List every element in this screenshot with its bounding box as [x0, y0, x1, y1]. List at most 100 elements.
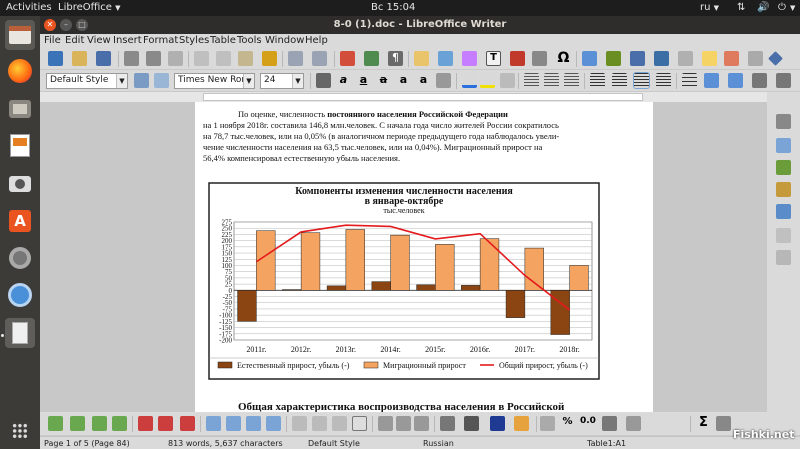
document-page[interactable]: По оценке, численность постоянного насел… [195, 102, 653, 412]
sidebar-menu-icon[interactable] [776, 114, 791, 129]
language[interactable]: Russian [423, 439, 454, 448]
decrease-spacing-icon[interactable] [728, 73, 743, 88]
outline-icon[interactable] [564, 73, 579, 88]
word-count[interactable]: 813 words, 5,637 characters [168, 439, 283, 448]
open-folder-icon[interactable] [72, 51, 87, 66]
chevron-down-icon[interactable]: ▼ [292, 74, 303, 88]
menu-view[interactable]: View [87, 35, 111, 46]
select-row-icon[interactable] [266, 416, 281, 431]
styles-icon[interactable] [776, 160, 791, 175]
new-document-icon[interactable] [48, 51, 63, 66]
increase-indent-icon[interactable] [752, 73, 767, 88]
menu-window[interactable]: Window [265, 35, 304, 46]
delete-rows-icon[interactable] [138, 416, 153, 431]
copy-icon[interactable] [216, 51, 231, 66]
spellcheck-icon[interactable] [364, 51, 379, 66]
line-spacing-icon[interactable] [682, 73, 697, 88]
number-format-percent-icon[interactable]: % [560, 416, 575, 431]
borders-icon[interactable] [440, 416, 455, 431]
delete-table-icon[interactable] [180, 416, 195, 431]
clear-formatting-icon[interactable] [436, 73, 451, 88]
unordered-list-icon[interactable] [524, 73, 539, 88]
document-canvas[interactable]: По оценке, численность постоянного насел… [40, 102, 767, 412]
endnote-icon[interactable] [630, 51, 645, 66]
paragraph-style-combo[interactable]: Default Style ▼ [46, 73, 128, 89]
menu-styles[interactable]: Styles [179, 35, 209, 46]
insert-field-icon[interactable] [532, 51, 547, 66]
find-replace-icon[interactable] [340, 51, 355, 66]
increase-spacing-icon[interactable] [704, 73, 719, 88]
comment-icon[interactable] [702, 51, 717, 66]
insert-column-before-icon[interactable] [92, 416, 107, 431]
activities-button[interactable]: Activities [6, 2, 52, 13]
align-center-icon[interactable] [612, 73, 627, 88]
insert-rows-below-icon[interactable] [70, 416, 85, 431]
highlight-icon[interactable] [480, 73, 495, 88]
print-preview-icon[interactable] [168, 51, 183, 66]
navigator-icon[interactable] [776, 204, 791, 219]
presentation-icon[interactable] [5, 130, 35, 160]
select-column-icon[interactable] [246, 416, 261, 431]
chevron-down-icon[interactable]: ▼ [116, 74, 127, 88]
page-indicator[interactable]: Page 1 of 5 (Page 84) [44, 439, 130, 448]
underline-icon[interactable]: a [356, 73, 371, 88]
table-cell-bg-icon[interactable] [514, 416, 529, 431]
decrease-indent-icon[interactable] [776, 73, 791, 88]
manage-changes-icon[interactable] [776, 228, 791, 243]
save-icon[interactable] [96, 51, 111, 66]
export-pdf-icon[interactable] [124, 51, 139, 66]
align-justify-icon[interactable] [633, 72, 650, 89]
redo-icon[interactable] [312, 51, 327, 66]
italic-icon[interactable]: a [336, 73, 351, 88]
sum-icon[interactable]: Σ [696, 416, 711, 431]
align-left-icon[interactable] [590, 73, 605, 88]
insert-image-icon[interactable] [438, 51, 453, 66]
special-character-icon[interactable]: Ω [556, 51, 571, 66]
horizontal-ruler[interactable] [40, 92, 767, 102]
page-break-icon[interactable] [510, 51, 525, 66]
undo-icon[interactable] [288, 51, 303, 66]
design-icon[interactable] [776, 250, 791, 265]
writer-icon[interactable] [5, 318, 35, 348]
population-chart[interactable]: Компоненты изменения численности населен… [208, 182, 600, 380]
ordered-list-icon[interactable] [544, 73, 559, 88]
border-color-icon[interactable] [490, 416, 505, 431]
insert-column-after-icon[interactable] [112, 416, 127, 431]
power-icon[interactable]: ⏻ [778, 2, 786, 13]
settings-icon[interactable] [5, 243, 35, 273]
text-box-icon[interactable]: T [486, 51, 501, 66]
chevron-down-icon[interactable]: ▼ [243, 74, 254, 88]
align-top-icon[interactable] [378, 416, 393, 431]
network-icon[interactable]: ⇅ [737, 2, 745, 13]
select-table-icon[interactable] [206, 416, 221, 431]
center-vertically-icon[interactable] [396, 416, 411, 431]
split-cells-icon[interactable] [312, 416, 327, 431]
menu-file[interactable]: File [44, 35, 61, 46]
new-style-icon[interactable] [154, 73, 169, 88]
font-name-combo[interactable]: Times New Ron ▼ [174, 73, 255, 89]
character-shading-icon[interactable] [500, 73, 515, 88]
insert-table-icon[interactable] [414, 51, 429, 66]
page-style[interactable]: Default Style [308, 439, 360, 448]
font-size-combo[interactable]: 24 ▼ [260, 73, 304, 89]
sort-icon[interactable] [626, 416, 641, 431]
menu-format[interactable]: Format [143, 35, 178, 46]
number-format-currency-icon[interactable] [540, 416, 555, 431]
chromium-icon[interactable] [5, 280, 35, 310]
border-style-icon[interactable] [464, 416, 479, 431]
files-icon[interactable] [5, 94, 35, 124]
gallery-icon[interactable] [776, 182, 791, 197]
insert-rows-above-icon[interactable] [48, 416, 63, 431]
menu-help[interactable]: Help [305, 35, 328, 46]
show-apps-icon[interactable] [5, 416, 35, 446]
basic-shapes-icon[interactable] [768, 51, 783, 66]
properties-icon[interactable] [776, 138, 791, 153]
menu-insert[interactable]: Insert [113, 35, 142, 46]
insert-chart-icon[interactable] [462, 51, 477, 66]
clone-formatting-icon[interactable] [262, 51, 277, 66]
update-style-icon[interactable] [134, 73, 149, 88]
bookmark-icon[interactable] [654, 51, 669, 66]
hyperlink-icon[interactable] [582, 51, 597, 66]
firefox-icon[interactable] [5, 56, 35, 86]
formula-icon[interactable] [716, 416, 731, 431]
